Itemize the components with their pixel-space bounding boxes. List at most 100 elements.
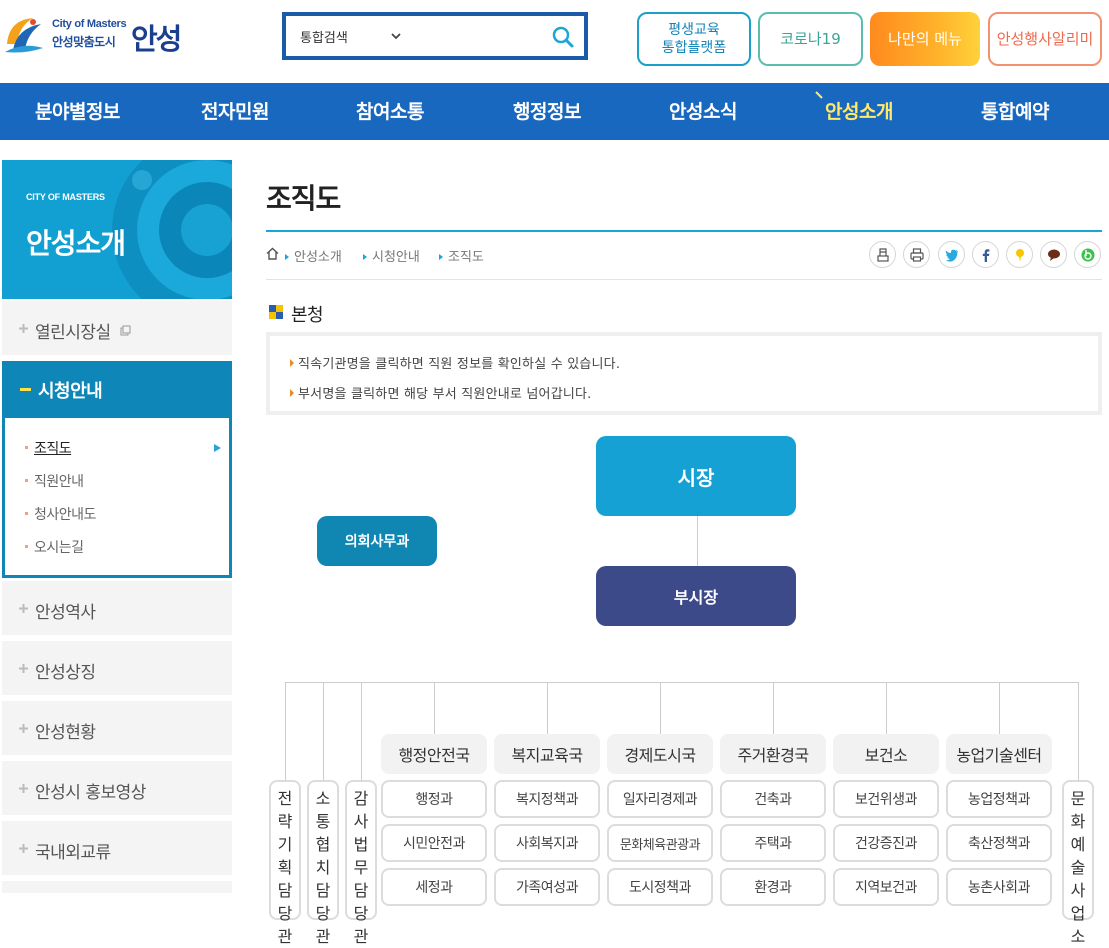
share-band-button[interactable] — [1074, 241, 1101, 268]
facebook-icon — [982, 249, 990, 262]
mayor-box[interactable]: 시장 — [596, 436, 796, 516]
submenu-item-staff-guide[interactable]: 직원안내 — [25, 471, 84, 491]
dept-box[interactable]: 지역보건과 — [833, 868, 939, 906]
gnb-item-participation[interactable]: 참여소통 — [356, 97, 424, 124]
dept-box[interactable]: 보건위생과 — [833, 780, 939, 818]
share-kakaotalk-button[interactable] — [1040, 241, 1067, 268]
sidebar-item-label: 열린시장실 — [35, 323, 111, 343]
unit-label: 감사법무담당관 — [353, 789, 369, 946]
unit-strategy-planning[interactable]: 전략기획담당관 — [269, 780, 301, 946]
gnb-item-field-info[interactable]: 분야별정보 — [35, 97, 120, 124]
lifelong-label-line1: 평생교육 — [668, 22, 720, 38]
notice-line: 부서명을 클릭하면 해당 부서 직원안내로 넘어갑니다. — [290, 383, 592, 402]
sidebar-item-status[interactable]: 안성현황 — [2, 701, 232, 758]
dept-box[interactable]: 문화체육관광과 — [607, 824, 713, 862]
unit-communication[interactable]: 소통협치담당관 — [307, 780, 339, 946]
kakaotalk-icon — [1048, 249, 1060, 261]
dept-box[interactable]: 사회복지과 — [494, 824, 600, 862]
sidebar-item-label: 안성역사 — [35, 603, 96, 623]
sidebar-item-city-hall-guide[interactable]: 시청안내 — [2, 361, 232, 418]
dept-box[interactable]: 도시정책과 — [607, 868, 713, 906]
search-scope-select[interactable]: 통합검색 — [300, 27, 348, 46]
unit-audit-legal[interactable]: 감사법무담당관 — [345, 780, 377, 946]
bureau-admin-safety[interactable]: 행정안전국 — [381, 734, 487, 774]
connector-line — [773, 682, 774, 734]
submenu-label: 직원안내 — [34, 474, 84, 490]
sidebar-english-label: CITY OF MASTERS — [26, 192, 105, 202]
gnb-item-about[interactable]: 안성소개 — [825, 97, 893, 124]
dept-box[interactable]: 주택과 — [720, 824, 826, 862]
dept-box[interactable]: 건강증진과 — [833, 824, 939, 862]
gnb-item-admin-info[interactable]: 행정정보 — [513, 97, 581, 124]
notice-text: 부서명을 클릭하면 해당 부서 직원안내로 넘어갑니다. — [298, 387, 592, 402]
dept-box[interactable]: 환경과 — [720, 868, 826, 906]
dept-box[interactable]: 시민안전과 — [381, 824, 487, 862]
active-dash-icon — [20, 388, 31, 391]
submenu-label: 오시는길 — [34, 540, 84, 556]
site-logo[interactable]: City of Masters 안성맞춤도시 안성 — [3, 14, 193, 56]
dept-box[interactable]: 가족여성과 — [494, 868, 600, 906]
print-content-button[interactable] — [869, 241, 896, 268]
plus-icon — [19, 604, 28, 613]
breadcrumb-item[interactable]: 시청안내 — [363, 246, 420, 265]
bureau-agri-tech-center[interactable]: 농업기술센터 — [946, 734, 1052, 774]
dept-box[interactable]: 세정과 — [381, 868, 487, 906]
notice-box: 직속기관명을 클릭하면 직원 정보를 확인하실 수 있습니다. 부서명을 클릭하… — [266, 332, 1102, 415]
submenu-item-directions[interactable]: 오시는길 — [25, 537, 84, 557]
home-icon[interactable] — [266, 247, 279, 260]
sidebar-item-promo-video[interactable]: 안성시 홍보영상 — [2, 761, 232, 818]
gnb-item-reservation[interactable]: 통합예약 — [981, 97, 1049, 124]
sidebar-title: 안성소개 — [26, 227, 126, 260]
page-title: 조직도 — [266, 182, 341, 215]
unit-label: 문화예술사업소 — [1070, 789, 1086, 946]
submenu-item-org-chart[interactable]: 조직도 — [25, 438, 72, 458]
dept-box[interactable]: 행정과 — [381, 780, 487, 818]
dept-box[interactable]: 복지정책과 — [494, 780, 600, 818]
vice-mayor-box[interactable]: 부시장 — [596, 566, 796, 626]
title-divider — [266, 230, 1102, 232]
sidebar-item-label: 시청안내 — [38, 381, 103, 402]
bureau-housing-environment[interactable]: 주거환경국 — [720, 734, 826, 774]
notice-text: 직속기관명을 클릭하면 직원 정보를 확인하실 수 있습니다. — [298, 357, 621, 372]
lifelong-education-button[interactable]: 평생교육 통합플랫폼 — [637, 12, 751, 66]
breadcrumb-label: 조직도 — [448, 250, 484, 265]
submenu-label: 청사안내도 — [34, 507, 96, 523]
share-twitter-button[interactable] — [938, 241, 965, 268]
submenu-item-building-map[interactable]: 청사안내도 — [25, 504, 96, 524]
logo-city-name: 안성 — [131, 22, 182, 56]
council-office-box[interactable]: 의회사무과 — [317, 516, 437, 566]
unit-culture-arts[interactable]: 문화예술사업소 — [1062, 780, 1094, 946]
sidebar-item-mayor-office[interactable]: 열린시장실 — [2, 301, 232, 358]
dept-box[interactable]: 농업정책과 — [946, 780, 1052, 818]
bureau-economy-city[interactable]: 경제도시국 — [607, 734, 713, 774]
band-icon — [1081, 248, 1095, 262]
dept-box[interactable]: 축산정책과 — [946, 824, 1052, 862]
gnb-item-news[interactable]: 안성소식 — [669, 97, 737, 124]
site-header: City of Masters 안성맞춤도시 안성 통합검색 평생교육 통합플랫… — [0, 0, 1109, 83]
share-kakaostory-button[interactable] — [1006, 241, 1033, 268]
sidebar-item-exchange[interactable]: 국내외교류 — [2, 821, 232, 878]
section-square-icon — [269, 305, 283, 319]
chevron-down-icon[interactable] — [388, 28, 404, 44]
sidebar-item-symbols[interactable]: 안성상징 — [2, 641, 232, 698]
dept-box[interactable]: 일자리경제과 — [607, 780, 713, 818]
printer-icon — [910, 248, 924, 262]
dept-box[interactable]: 건축과 — [720, 780, 826, 818]
search-bar: 통합검색 — [282, 12, 588, 60]
notice-line: 직속기관명을 클릭하면 직원 정보를 확인하실 수 있습니다. — [290, 353, 620, 372]
bureau-health-center[interactable]: 보건소 — [833, 734, 939, 774]
sidebar-item-history[interactable]: 안성역사 — [2, 581, 232, 638]
dept-box[interactable]: 농촌사회과 — [946, 868, 1052, 906]
event-alert-button[interactable]: 안성행사알리미 — [988, 12, 1102, 66]
arrow-icon — [290, 359, 294, 367]
search-icon[interactable] — [552, 26, 574, 48]
breadcrumb-item[interactable]: 안성소개 — [285, 246, 342, 265]
share-facebook-button[interactable] — [972, 241, 999, 268]
gnb-item-e-civil[interactable]: 전자민원 — [201, 97, 269, 124]
my-menu-button[interactable]: 나만의 메뉴 — [870, 12, 980, 66]
breadcrumb-item[interactable]: 조직도 — [439, 246, 484, 265]
corona-button[interactable]: 코로나19 — [758, 12, 863, 66]
connector-line — [434, 682, 435, 734]
bureau-welfare-education[interactable]: 복지교육국 — [494, 734, 600, 774]
print-button[interactable] — [903, 241, 930, 268]
